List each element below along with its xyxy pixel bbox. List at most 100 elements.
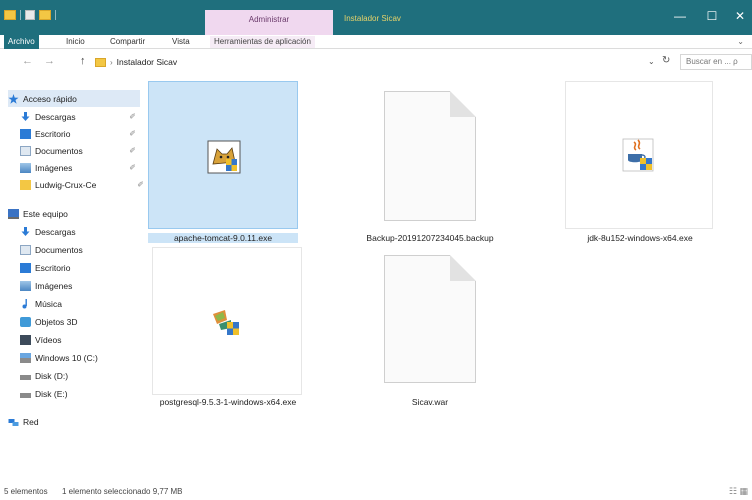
generic-file-icon: [384, 255, 476, 383]
file-view: apache-tomcat-9.0.11.exe Backup-20191207…: [140, 75, 752, 475]
address-bar[interactable]: › Instalador Sicav: [92, 54, 676, 70]
file-name: postgresql-9.5.3-1-windows-x64.exe: [159, 397, 297, 407]
file-name: Backup-20191207234045.backup: [366, 233, 494, 243]
sidebar-item-descargas-pc[interactable]: Descargas: [20, 223, 152, 240]
sidebar-item-drive-e[interactable]: Disk (E:): [20, 385, 152, 402]
divider: [55, 10, 56, 20]
file-name: apache-tomcat-9.0.11.exe: [148, 233, 298, 243]
music-icon: [22, 298, 27, 308]
sidebar-item-drive-c[interactable]: Windows 10 (C:): [20, 349, 152, 366]
sidebar-item-label: Vídeos: [35, 334, 62, 345]
view-toggle-icon[interactable]: ☷ ▦: [729, 486, 748, 497]
file-item[interactable]: Sicav.war: [372, 247, 528, 407]
tab-compartir[interactable]: Compartir: [106, 36, 149, 48]
tab-vista[interactable]: Vista: [168, 36, 194, 48]
drive-icon: [20, 375, 31, 380]
sidebar-item-label: Red: [23, 416, 39, 427]
file-item[interactable]: jdk-8u152-windows-x64.exe: [565, 81, 721, 251]
up-button[interactable]: ↑: [80, 55, 86, 67]
minimize-button[interactable]: —: [668, 8, 692, 24]
folder-icon: [20, 179, 31, 190]
new-folder-icon[interactable]: [39, 10, 51, 20]
sidebar-item-documentos[interactable]: Documentos ✐: [20, 142, 152, 159]
objects3d-icon: [20, 316, 31, 327]
sidebar-item-label: Disk (E:): [35, 388, 68, 399]
sidebar-item-label: Imágenes: [35, 280, 73, 291]
documents-icon: [20, 244, 31, 255]
star-icon: [8, 93, 19, 104]
folder-icon[interactable]: [4, 10, 16, 20]
pin-icon[interactable]: ✐: [129, 146, 136, 155]
file-name: jdk-8u152-windows-x64.exe: [587, 233, 693, 243]
sidebar-item-label: Escritorio: [35, 128, 71, 139]
sidebar-item-label: Documentos: [35, 244, 83, 255]
file-thumbnail: [148, 81, 298, 229]
sidebar-item-descargas[interactable]: Descargas ✐: [20, 108, 152, 125]
sidebar-item-label: Documentos: [35, 145, 83, 156]
item-count: 5 elementos: [4, 487, 48, 496]
sidebar-item-label: Música: [35, 298, 62, 309]
status-bar: 5 elementos 1 elemento seleccionado 9,77…: [0, 483, 752, 500]
sidebar-item-label: Acceso rápido: [23, 93, 77, 104]
sidebar-item-escritorio[interactable]: Escritorio ✐: [20, 125, 152, 142]
divider: [20, 10, 21, 20]
sidebar-item-imagenes[interactable]: Imágenes ✐: [20, 159, 152, 176]
file-item[interactable]: postgresql-9.5.3-1-windows-x64.exe: [152, 247, 308, 407]
ribbon-tabs: Archivo Inicio Compartir Vista Herramien…: [0, 35, 752, 49]
download-icon: [21, 226, 30, 236]
sidebar-item-quick-access[interactable]: Acceso rápido: [8, 90, 140, 107]
chevron-down-icon[interactable]: ⌄: [737, 37, 744, 46]
properties-icon[interactable]: [25, 10, 35, 20]
quick-access-toolbar: [4, 10, 56, 20]
sidebar-item-drive-d[interactable]: Disk (D:): [20, 367, 152, 384]
network-icon: [8, 418, 19, 426]
sidebar-item-videos[interactable]: Vídeos: [20, 331, 152, 348]
sidebar-item-imagenes-pc[interactable]: Imágenes: [20, 277, 152, 294]
search-input[interactable]: Buscar en ... ρ: [680, 54, 752, 70]
navigation-pane: Acceso rápido Descargas ✐ Escritorio ✐ D…: [8, 86, 144, 466]
file-thumbnail: [152, 247, 302, 395]
pin-icon[interactable]: ✐: [129, 129, 136, 138]
pin-icon[interactable]: ✐: [129, 163, 136, 172]
back-button[interactable]: ←: [22, 55, 33, 67]
chevron-down-icon[interactable]: ⌄: [648, 57, 655, 66]
tab-inicio[interactable]: Inicio: [62, 36, 89, 48]
sidebar-item-red[interactable]: Red: [8, 413, 140, 430]
sidebar-item-escritorio-pc[interactable]: Escritorio: [20, 259, 152, 276]
sidebar-item-documentos-pc[interactable]: Documentos: [20, 241, 152, 258]
file-item[interactable]: apache-tomcat-9.0.11.exe: [148, 81, 304, 251]
desktop-icon: [20, 262, 31, 273]
generic-file-icon: [384, 91, 476, 221]
breadcrumb-separator[interactable]: ›: [110, 58, 113, 67]
pin-icon[interactable]: ✐: [129, 112, 136, 121]
sidebar-item-ludwig[interactable]: Ludwig-Crux-Ce ✐: [20, 176, 152, 193]
pictures-icon: [20, 162, 31, 173]
desktop-icon: [20, 128, 31, 139]
tomcat-installer-icon: [207, 140, 241, 174]
breadcrumb[interactable]: Instalador Sicav: [117, 57, 177, 67]
window-title: Instalador Sicav: [344, 14, 401, 23]
address-row: ← → ↑ › Instalador Sicav: [0, 50, 752, 74]
sidebar-item-label: Ludwig-Crux-Ce: [35, 179, 97, 190]
close-button[interactable]: ✕: [728, 8, 752, 24]
page-fold: [450, 255, 476, 281]
sidebar-item-este-equipo[interactable]: Este equipo: [8, 205, 140, 222]
drive-icon: [20, 393, 31, 398]
maximize-button[interactable]: ☐: [700, 8, 724, 24]
sidebar-item-objetos-3d[interactable]: Objetos 3D: [20, 313, 152, 330]
folder-icon: [95, 57, 106, 67]
file-item[interactable]: Backup-20191207234045.backup: [366, 81, 528, 251]
sidebar-item-label: Este equipo: [23, 208, 68, 219]
forward-button[interactable]: →: [44, 55, 55, 67]
tab-herramientas[interactable]: Herramientas de aplicación: [210, 36, 315, 48]
context-tab-manage[interactable]: Administrar: [205, 10, 333, 35]
sidebar-item-label: Objetos 3D: [35, 316, 78, 327]
refresh-icon[interactable]: ↻: [662, 55, 670, 66]
title-bar: Administrar Instalador Sicav — ☐ ✕: [0, 0, 752, 35]
sidebar-item-label: Descargas: [35, 111, 76, 122]
documents-icon: [20, 145, 31, 156]
sidebar-item-musica[interactable]: Música: [20, 295, 152, 312]
postgresql-installer-icon: [213, 310, 239, 335]
tab-archivo[interactable]: Archivo: [4, 35, 39, 49]
sidebar-item-label: Descargas: [35, 226, 76, 237]
